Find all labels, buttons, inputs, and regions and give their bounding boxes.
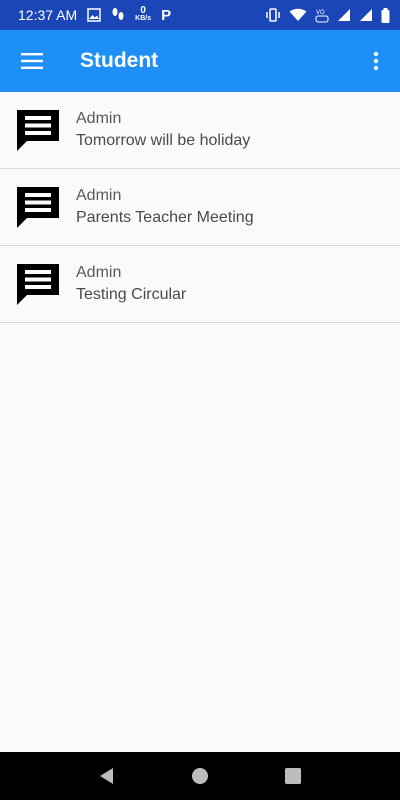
- recents-icon: [285, 768, 302, 784]
- footsteps-icon: [111, 7, 125, 23]
- message-icon: [0, 185, 76, 229]
- list-item[interactable]: Admin Tomorrow will be holiday: [0, 92, 400, 169]
- image-icon: [87, 7, 101, 23]
- message-icon: [0, 108, 76, 152]
- vibrate-icon: [265, 7, 281, 23]
- app-bar: Student: [0, 30, 400, 92]
- circular-list: Admin Tomorrow will be holiday Admin Par…: [0, 92, 400, 323]
- system-nav-bar: [0, 752, 400, 800]
- wifi-icon: [289, 7, 307, 23]
- item-message: Tomorrow will be holiday: [76, 132, 251, 149]
- hamburger-icon: [21, 53, 43, 69]
- p-app-icon: P: [161, 6, 172, 24]
- list-item[interactable]: Admin Parents Teacher Meeting: [0, 169, 400, 246]
- home-icon: [191, 768, 208, 784]
- item-message: Parents Teacher Meeting: [76, 209, 254, 226]
- list-item[interactable]: Admin Testing Circular: [0, 246, 400, 323]
- volte-icon: VO: [315, 7, 329, 23]
- page-title: Student: [80, 49, 159, 72]
- item-sender: Admin: [76, 187, 122, 204]
- menu-button[interactable]: [0, 30, 64, 92]
- message-icon: [0, 262, 76, 306]
- network-speed: 0 KB/s: [135, 5, 152, 23]
- svg-text:VO: VO: [316, 10, 325, 16]
- signal-icon: [337, 7, 351, 23]
- status-bar: 12:37 AM 0 KB/s P VO: [0, 0, 400, 30]
- home-button[interactable]: [180, 756, 220, 796]
- back-button[interactable]: [87, 756, 127, 796]
- item-sender: Admin: [76, 264, 122, 281]
- item-message: Testing Circular: [76, 286, 187, 303]
- status-time: 12:37 AM: [18, 7, 78, 23]
- back-icon: [99, 768, 113, 784]
- battery-icon: [381, 7, 390, 23]
- more-vert-icon: [373, 51, 379, 71]
- recents-button[interactable]: [273, 756, 313, 796]
- overflow-menu-button[interactable]: [352, 30, 400, 92]
- item-sender: Admin: [76, 110, 122, 127]
- signal-icon: [359, 7, 373, 23]
